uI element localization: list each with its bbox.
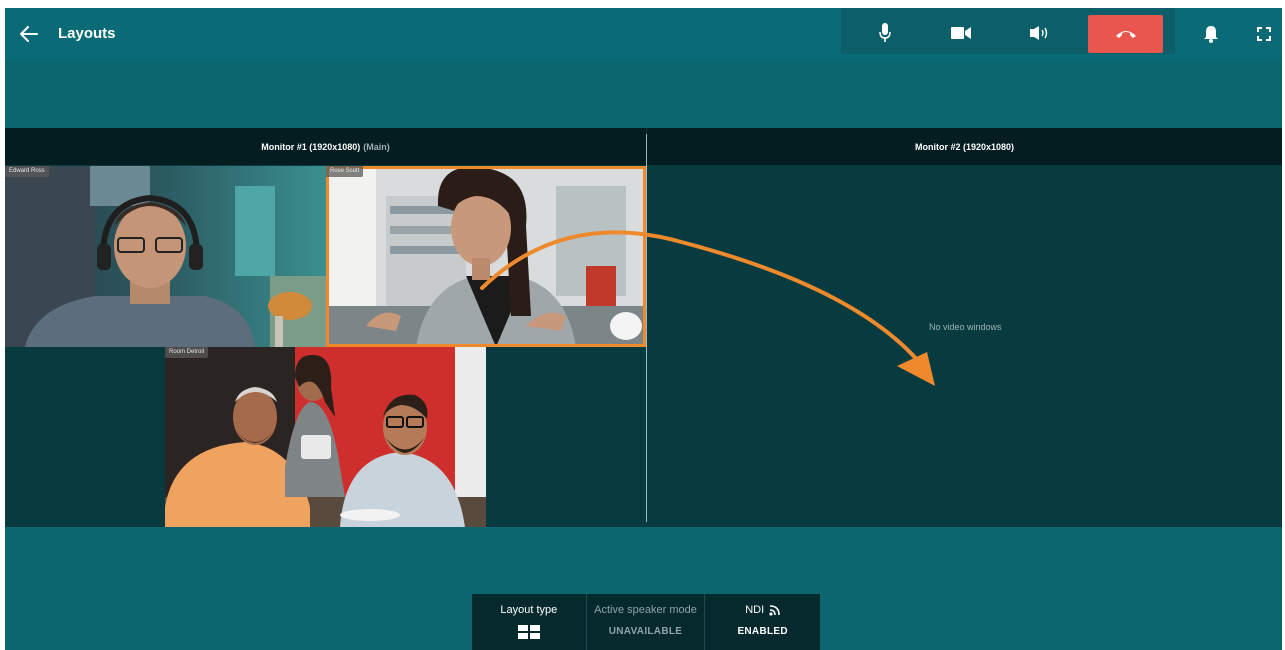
monitor-1-header: Monitor #1 (1920x1080) (Main)	[5, 128, 646, 165]
hang-up-button[interactable]	[1088, 15, 1163, 53]
hang-up-icon	[1115, 31, 1136, 38]
microphone-button[interactable]	[867, 15, 903, 51]
empty-monitor-message: No video windows	[929, 322, 1002, 332]
layouts-screen: Layouts Monitor #1 (1920x1080) (Main) Mo…	[5, 8, 1282, 650]
bell-icon	[1204, 26, 1218, 43]
fullscreen-icon	[1257, 27, 1271, 41]
monitor-stage: Monitor #1 (1920x1080) (Main) Monitor #2…	[5, 128, 1282, 527]
page-title: Layouts	[58, 25, 116, 42]
tile-name-label: Rose Scott	[326, 166, 364, 177]
speaker-icon	[1030, 26, 1048, 40]
layout-type-button[interactable]: Layout type	[472, 594, 587, 650]
tile-name-label: Room Detroit	[165, 347, 209, 358]
video-feed-image	[326, 166, 646, 347]
ndi-label: NDI	[745, 604, 765, 616]
ndi-status: ENABLED	[737, 626, 788, 637]
layout-type-label: Layout type	[500, 604, 558, 616]
ndi-toggle-button[interactable]: NDI ENABLED	[705, 594, 820, 650]
ndi-label-row: NDI	[745, 604, 780, 616]
video-tile-rose-scott[interactable]: Rose Scott	[326, 166, 646, 347]
top-bar: Layouts	[5, 8, 1282, 60]
notifications-button[interactable]	[1199, 22, 1223, 46]
speaker-button[interactable]	[1022, 15, 1058, 51]
camera-button[interactable]	[943, 15, 979, 51]
microphone-icon	[879, 23, 891, 42]
video-feed-image	[165, 347, 486, 527]
tile-name-label: Edward Ross	[5, 166, 49, 177]
monitor-1-main-tag: (Main)	[363, 141, 390, 152]
grid-layout-icon	[517, 625, 540, 639]
monitor-2-label: Monitor #2 (1920x1080)	[914, 141, 1015, 152]
monitor-1-label: Monitor #1 (1920x1080)	[261, 141, 361, 152]
video-tile-room-detroit[interactable]: Room Detroit	[165, 347, 486, 527]
fullscreen-button[interactable]	[1252, 22, 1276, 46]
camera-icon	[951, 27, 971, 39]
video-tile-edward-ross[interactable]: Edward Ross	[5, 166, 326, 347]
back-button[interactable]	[17, 22, 41, 46]
monitor-2-header: Monitor #2 (1920x1080)	[647, 128, 1282, 165]
monitor-divider	[646, 134, 647, 522]
call-controls	[841, 8, 1175, 54]
active-speaker-label: Active speaker mode	[594, 604, 697, 616]
video-feed-image	[5, 166, 326, 347]
arrow-left-icon	[20, 26, 38, 42]
rss-feed-icon	[769, 604, 780, 616]
active-speaker-status: UNAVAILABLE	[608, 626, 683, 637]
active-speaker-mode-button[interactable]: Active speaker mode UNAVAILABLE	[587, 594, 706, 650]
layout-options-bar: Layout type Active speaker mode UNAVAILA…	[472, 594, 820, 650]
